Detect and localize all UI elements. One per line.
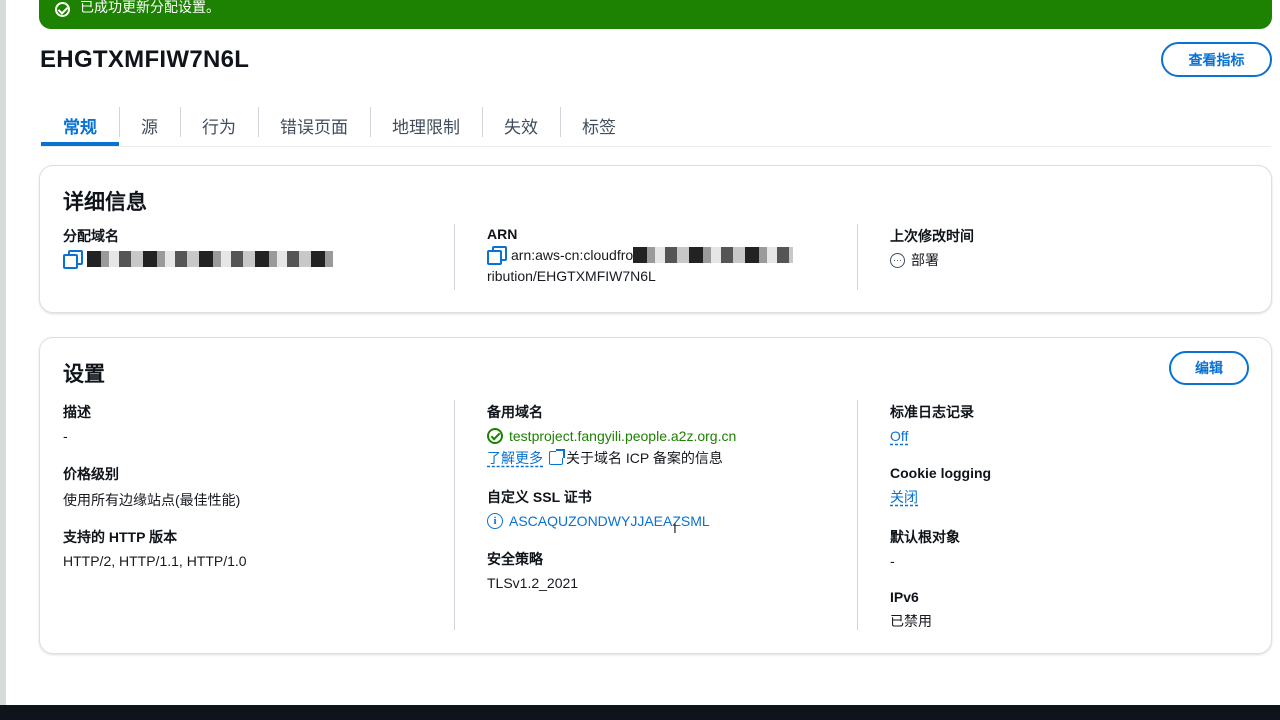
info-icon: i xyxy=(487,513,503,529)
ipv6-value: 已禁用 xyxy=(890,613,932,629)
default-root-object-label: 默认根对象 xyxy=(890,529,960,545)
settings-heading: 设置 xyxy=(63,363,105,386)
ssl-certificate-value[interactable]: ASCAQUZONDWYJJAEAZSML xyxy=(509,513,710,529)
success-check-icon xyxy=(55,2,70,17)
alternate-domain-value: testproject.fangyili.people.a2z.org.cn xyxy=(509,428,737,444)
description-value: - xyxy=(63,428,68,444)
arn-field: ARN arn:aws-cn:cloudfro ribution/EHGTXMF… xyxy=(487,226,794,284)
security-policy-label: 安全策略 xyxy=(487,551,543,567)
tab-origins[interactable]: 源 xyxy=(119,104,180,146)
column-divider xyxy=(857,224,858,290)
copy-icon[interactable] xyxy=(487,246,507,265)
tab-geo-restrictions[interactable]: 地理限制 xyxy=(370,104,482,146)
page: 已成功更新分配设置。 EHGTXMFIW7N6L 查看指标 常规 源 行为 错误… xyxy=(0,0,1280,705)
cookie-logging-label: Cookie logging xyxy=(890,465,992,481)
default-root-object-field: 默认根对象 - xyxy=(890,527,960,569)
price-class-field: 价格级别 使用所有边缘站点(最佳性能) xyxy=(63,464,240,510)
redacted-domain-value xyxy=(87,251,333,267)
cookie-logging-value[interactable]: 关闭 xyxy=(890,487,991,507)
ipv6-field: IPv6 已禁用 xyxy=(890,589,932,631)
price-class-value: 使用所有边缘站点(最佳性能) xyxy=(63,492,241,508)
redacted-arn-segment xyxy=(633,247,794,263)
text-cursor-icon: I xyxy=(673,520,677,536)
edit-button[interactable]: 编辑 xyxy=(1169,351,1249,385)
price-class-label: 价格级别 xyxy=(63,466,119,482)
distribution-domain-label: 分配域名 xyxy=(63,228,119,244)
column-divider xyxy=(857,400,858,630)
description-label: 描述 xyxy=(63,404,91,420)
flash-message: 已成功更新分配设置。 xyxy=(80,0,220,15)
in-progress-icon: ··· xyxy=(890,252,905,268)
tab-error-pages[interactable]: 错误页面 xyxy=(258,104,370,146)
last-modified-field: 上次修改时间 ··· 部署 xyxy=(890,226,974,270)
success-check-icon xyxy=(487,428,503,444)
tab-tags[interactable]: 标签 xyxy=(560,104,638,146)
cookie-logging-field: Cookie logging 关闭 xyxy=(890,465,991,507)
external-link-icon[interactable] xyxy=(549,449,565,465)
last-modified-label: 上次修改时间 xyxy=(890,228,974,244)
security-policy-value: TLSv1.2_2021 xyxy=(487,575,579,591)
tab-behaviors[interactable]: 行为 xyxy=(180,104,258,146)
http-versions-label: 支持的 HTTP 版本 xyxy=(63,529,178,545)
details-panel: 详细信息 分配域名 ARN arn:aws-cn:cloudfro ributi… xyxy=(39,165,1272,313)
tab-underline xyxy=(41,146,1271,147)
details-heading: 详细信息 xyxy=(63,191,147,214)
distribution-domain-field: 分配域名 xyxy=(63,226,333,269)
column-divider xyxy=(454,224,455,290)
last-modified-value: 部署 xyxy=(911,252,939,268)
copy-icon[interactable] xyxy=(63,250,83,269)
alternate-domain-label: 备用域名 xyxy=(487,404,543,420)
standard-logging-value[interactable]: Off xyxy=(890,428,974,444)
taskbar xyxy=(0,705,1280,720)
page-title: EHGTXMFIW7N6L xyxy=(40,46,250,73)
column-divider xyxy=(454,400,455,630)
default-root-object-value: - xyxy=(890,553,895,569)
security-policy-field: 安全策略 TLSv1.2_2021 xyxy=(487,549,578,591)
standard-logging-field: 标准日志记录 Off xyxy=(890,402,974,444)
arn-value-prefix: arn:aws-cn:cloudfro xyxy=(511,247,634,263)
icp-info-text: 关于域名 ICP 备案的信息 xyxy=(566,450,723,466)
standard-logging-label: 标准日志记录 xyxy=(890,404,974,420)
tab-general[interactable]: 常规 xyxy=(41,104,119,146)
description-field: 描述 - xyxy=(63,402,91,444)
http-versions-field: 支持的 HTTP 版本 HTTP/2, HTTP/1.1, HTTP/1.0 xyxy=(63,527,247,569)
http-versions-value: HTTP/2, HTTP/1.1, HTTP/1.0 xyxy=(63,553,247,569)
ipv6-label: IPv6 xyxy=(890,589,919,605)
success-flashbar: 已成功更新分配设置。 xyxy=(39,0,1272,29)
learn-more-link[interactable]: 了解更多 xyxy=(487,448,543,468)
arn-value-suffix: ribution/EHGTXMFIW7N6L xyxy=(487,268,656,284)
view-metrics-button[interactable]: 查看指标 xyxy=(1161,42,1272,77)
ssl-certificate-label: 自定义 SSL 证书 xyxy=(487,489,592,505)
arn-label: ARN xyxy=(487,226,518,242)
tab-bar: 常规 源 行为 错误页面 地理限制 失效 标签 xyxy=(41,104,638,146)
tab-invalidations[interactable]: 失效 xyxy=(482,104,560,146)
alternate-domain-field: 备用域名 testproject.fangyili.people.a2z.org… xyxy=(487,402,736,468)
